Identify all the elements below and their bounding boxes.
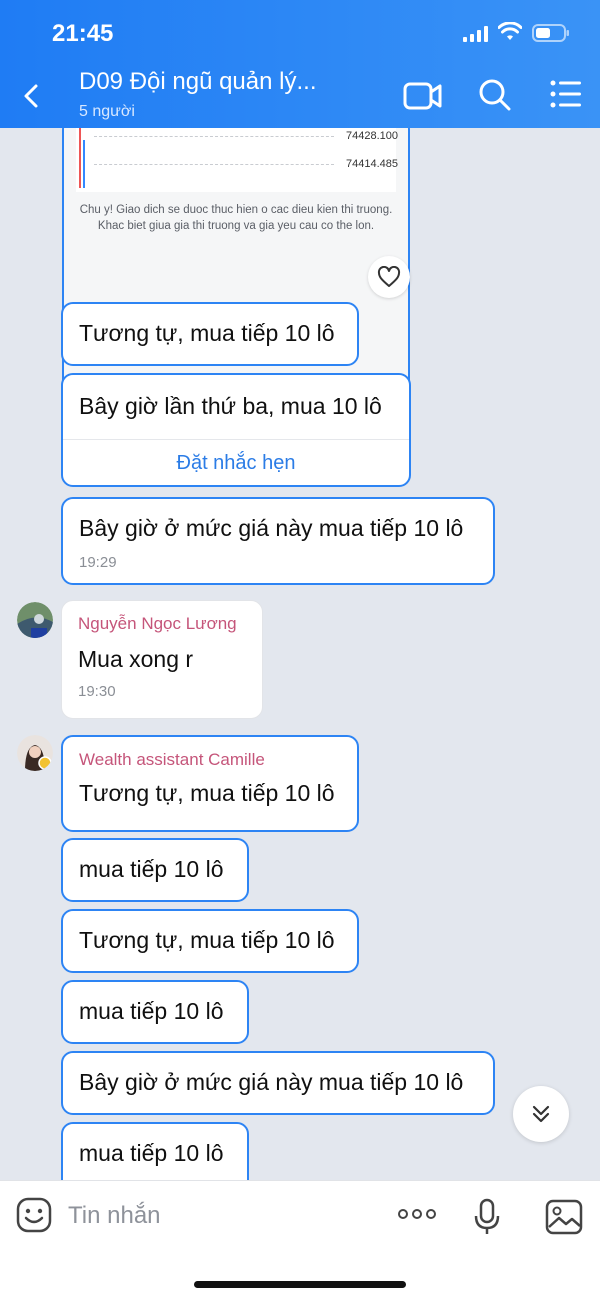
emoji-icon [16,1197,52,1233]
emoji-button[interactable] [16,1197,52,1238]
chart-candle [79,128,85,188]
grid-line [94,164,334,165]
home-indicator [194,1281,406,1288]
message-text: mua tiếp 10 lô [79,998,224,1024]
react-button[interactable] [368,256,410,298]
message-bubble[interactable]: Bây giờ ở mức giá này mua tiếp 10 lô [61,1051,495,1115]
message-text: Tương tự, mua tiếp 10 lô [79,320,335,346]
menu-button[interactable] [550,80,582,113]
sender-name[interactable]: Nguyễn Ngọc Lương [78,614,246,634]
message-bubble[interactable]: Tương tự, mua tiếp 10 lô [61,909,359,973]
message-text: Mua xong r [78,646,194,672]
set-reminder-button[interactable]: Đặt nhắc hẹn [63,439,409,485]
member-count: 5 người [79,103,135,120]
message-bubble[interactable]: Tương tự, mua tiếp 10 lô [61,302,359,366]
image-button[interactable] [545,1199,583,1240]
grid-line [94,136,334,137]
chart-note: Chu y! Giao dich se duoc thuc hien o cac… [79,204,393,232]
more-button[interactable] [397,1207,437,1225]
status-time: 21:45 [52,20,114,47]
message-text: Bây giờ lần thứ ba, mua 10 lô [79,393,382,419]
message-text: Bây giờ ở mức giá này mua tiếp 10 lô [79,1069,464,1095]
message-bubble[interactable]: Bây giờ ở mức giá này mua tiếp 10 lô 19:… [61,497,495,585]
message-bubble[interactable]: mua tiếp 10 lô [61,1122,249,1180]
status-bar: 21:45 [0,0,600,64]
avatar[interactable] [17,602,53,638]
message-bubble[interactable]: mua tiếp 10 lô [61,838,249,902]
message-input[interactable]: Tin nhắn [68,1202,161,1230]
voice-button[interactable] [474,1198,500,1241]
image-icon [545,1199,583,1235]
back-button[interactable] [16,80,48,112]
sender-name[interactable]: Wealth assistant Camille [79,750,341,770]
message-list[interactable]: 74428.100 74414.485 Chu y! Giao dich se … [0,128,600,1180]
message-bubble[interactable]: Bây giờ lần thứ ba, mua 10 lô Đặt nhắc h… [61,373,411,487]
mic-icon [474,1198,500,1234]
price-label: 74414.485 [346,158,398,170]
message-time: 19:30 [78,683,116,700]
back-icon [24,84,38,108]
video-call-button[interactable] [403,80,443,117]
menu-icon [550,80,581,108]
video-call-icon [403,82,442,110]
battery-icon [532,24,570,47]
search-icon [479,79,511,111]
message-text: mua tiếp 10 lô [79,856,224,882]
message-text: Tương tự, mua tiếp 10 lô [79,780,335,806]
chat-header: 21:45 D09 Đội ngũ quản lý... 5 người [0,0,600,128]
more-icon [398,1209,436,1219]
price-label: 74428.100 [346,130,398,142]
conversation-title[interactable]: D09 Đội ngũ quản lý... [79,68,316,96]
message-text: mua tiếp 10 lô [79,1140,224,1166]
chevron-double-down-icon [532,1105,550,1123]
search-button[interactable] [478,78,512,117]
wifi-icon [497,21,523,47]
message-bubble[interactable]: Wealth assistant Camille Tương tự, mua t… [61,735,359,832]
composer: Tin nhắn [0,1180,600,1299]
chart-area: 74428.100 74414.485 [76,128,398,192]
signal-icon [463,26,489,47]
avatar[interactable] [17,735,53,771]
message-time: 19:29 [79,554,117,571]
message-text: Tương tự, mua tiếp 10 lô [79,927,335,953]
message-bubble[interactable]: mua tiếp 10 lô [61,980,249,1044]
message-bubble[interactable]: Nguyễn Ngọc Lương Mua xong r 19:30 [61,600,263,719]
heart-icon [377,266,401,287]
message-text: Bây giờ ở mức giá này mua tiếp 10 lô [79,515,464,541]
scroll-to-bottom-button[interactable] [513,1086,569,1142]
